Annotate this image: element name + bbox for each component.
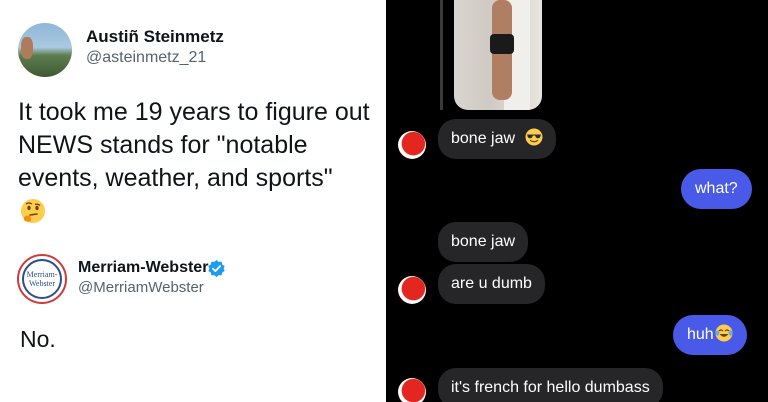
message-text: bone jaw bbox=[451, 233, 516, 250]
thinking-face-icon bbox=[21, 199, 45, 223]
message-bubble-incoming[interactable]: bone jaw bbox=[438, 222, 529, 262]
message-text: are u dumb bbox=[451, 275, 532, 292]
verified-badge-icon bbox=[208, 259, 225, 278]
tweet-author-name[interactable]: Austiñ Steinmetz bbox=[86, 27, 224, 47]
message-bubble-incoming[interactable]: are u dumb bbox=[438, 264, 545, 304]
message-bubble-incoming[interactable]: bone jaw bbox=[438, 119, 556, 159]
message-bubble-incoming[interactable]: it's french for hello dumbass bbox=[438, 368, 663, 402]
tweet-text: It took me 19 years to figure out NEWS s… bbox=[18, 98, 370, 192]
message-bubble-outgoing[interactable]: huh bbox=[673, 315, 747, 355]
message-text: what? bbox=[695, 180, 738, 197]
sender-avatar[interactable] bbox=[398, 276, 426, 304]
reply-thread-line bbox=[440, 0, 443, 110]
reply-author-handle[interactable]: @MerriamWebster bbox=[78, 279, 204, 296]
tweet-panel: Austiñ Steinmetz @asteinmetz_21 It took … bbox=[0, 0, 386, 402]
shared-photo[interactable] bbox=[454, 0, 542, 110]
message-text: bone jaw bbox=[451, 130, 516, 147]
sender-avatar[interactable] bbox=[398, 378, 426, 402]
reply-text: No. bbox=[20, 326, 56, 352]
reply-author-avatar[interactable]: Merriam-Webster bbox=[17, 254, 67, 304]
crying-laughing-face-icon bbox=[715, 324, 733, 342]
merriam-webster-logo: Merriam-Webster bbox=[22, 259, 62, 299]
reply-author-name[interactable]: Merriam-Webster bbox=[78, 259, 208, 277]
message-text: huh bbox=[687, 326, 714, 343]
message-bubble-outgoing[interactable]: what? bbox=[681, 169, 752, 209]
sender-avatar[interactable] bbox=[398, 131, 426, 159]
message-text: it's french for hello dumbass bbox=[451, 379, 650, 396]
chat-panel: bone jaw what? bone jaw are u dumb huh i… bbox=[386, 0, 768, 402]
tweet-author-handle[interactable]: @asteinmetz_21 bbox=[86, 49, 206, 67]
sunglasses-face-icon bbox=[525, 128, 542, 146]
tweet-author-avatar[interactable] bbox=[18, 23, 72, 77]
